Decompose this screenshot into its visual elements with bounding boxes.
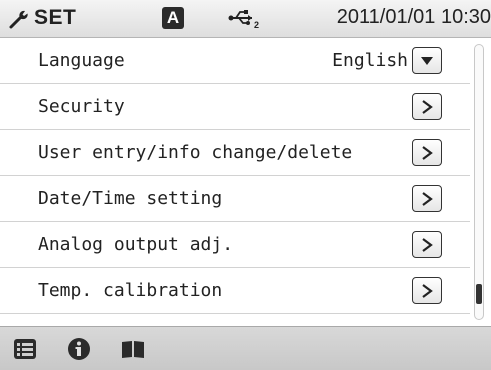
language-value: English [332, 50, 408, 71]
temp-calibration-open-button[interactable] [412, 277, 442, 304]
setting-label: Temp. calibration [38, 280, 223, 301]
security-open-button[interactable] [412, 93, 442, 120]
setting-row-security[interactable]: Security [0, 84, 470, 130]
setting-label: User entry/info change/delete [38, 142, 353, 163]
info-icon[interactable] [66, 337, 92, 361]
scrollbar-thumb[interactable] [476, 284, 482, 304]
chevron-right-icon [422, 283, 433, 298]
setting-label: Analog output adj. [38, 234, 234, 255]
dropdown-arrow-icon [421, 56, 433, 65]
chevron-right-icon [422, 237, 433, 252]
svg-text:2: 2 [254, 20, 259, 30]
setting-row-date-time[interactable]: Date/Time setting [0, 176, 470, 222]
screen-title: SET [34, 6, 77, 29]
chevron-right-icon [422, 99, 433, 114]
date-time-open-button[interactable] [412, 185, 442, 212]
usb-icon: 2 [228, 10, 259, 30]
setting-row-language[interactable]: Language English [0, 38, 470, 84]
datetime-display: 2011/01/01 10:30 [336, 6, 491, 28]
mode-badge: A [162, 7, 184, 29]
setting-row-temp-calibration[interactable]: Temp. calibration [0, 268, 470, 314]
setting-label: Language [38, 50, 125, 71]
manual-book-icon[interactable] [120, 337, 146, 361]
setting-row-analog-output[interactable]: Analog output adj. [0, 222, 470, 268]
footer-toolbar [0, 326, 491, 370]
setting-label: Date/Time setting [38, 188, 223, 209]
chevron-right-icon [422, 145, 433, 160]
list-icon[interactable] [12, 337, 38, 361]
scrollbar[interactable] [474, 44, 484, 320]
header-bar: SET A 2 2011/01/01 10:30 [0, 0, 491, 38]
wrench-icon [9, 10, 28, 29]
setting-label: Security [38, 96, 125, 117]
settings-list: Language English Security User entry/inf… [0, 38, 470, 314]
setting-row-user-entry[interactable]: User entry/info change/delete [0, 130, 470, 176]
user-entry-open-button[interactable] [412, 139, 442, 166]
chevron-right-icon [422, 191, 433, 206]
analog-output-open-button[interactable] [412, 231, 442, 258]
language-dropdown-button[interactable] [412, 47, 442, 74]
